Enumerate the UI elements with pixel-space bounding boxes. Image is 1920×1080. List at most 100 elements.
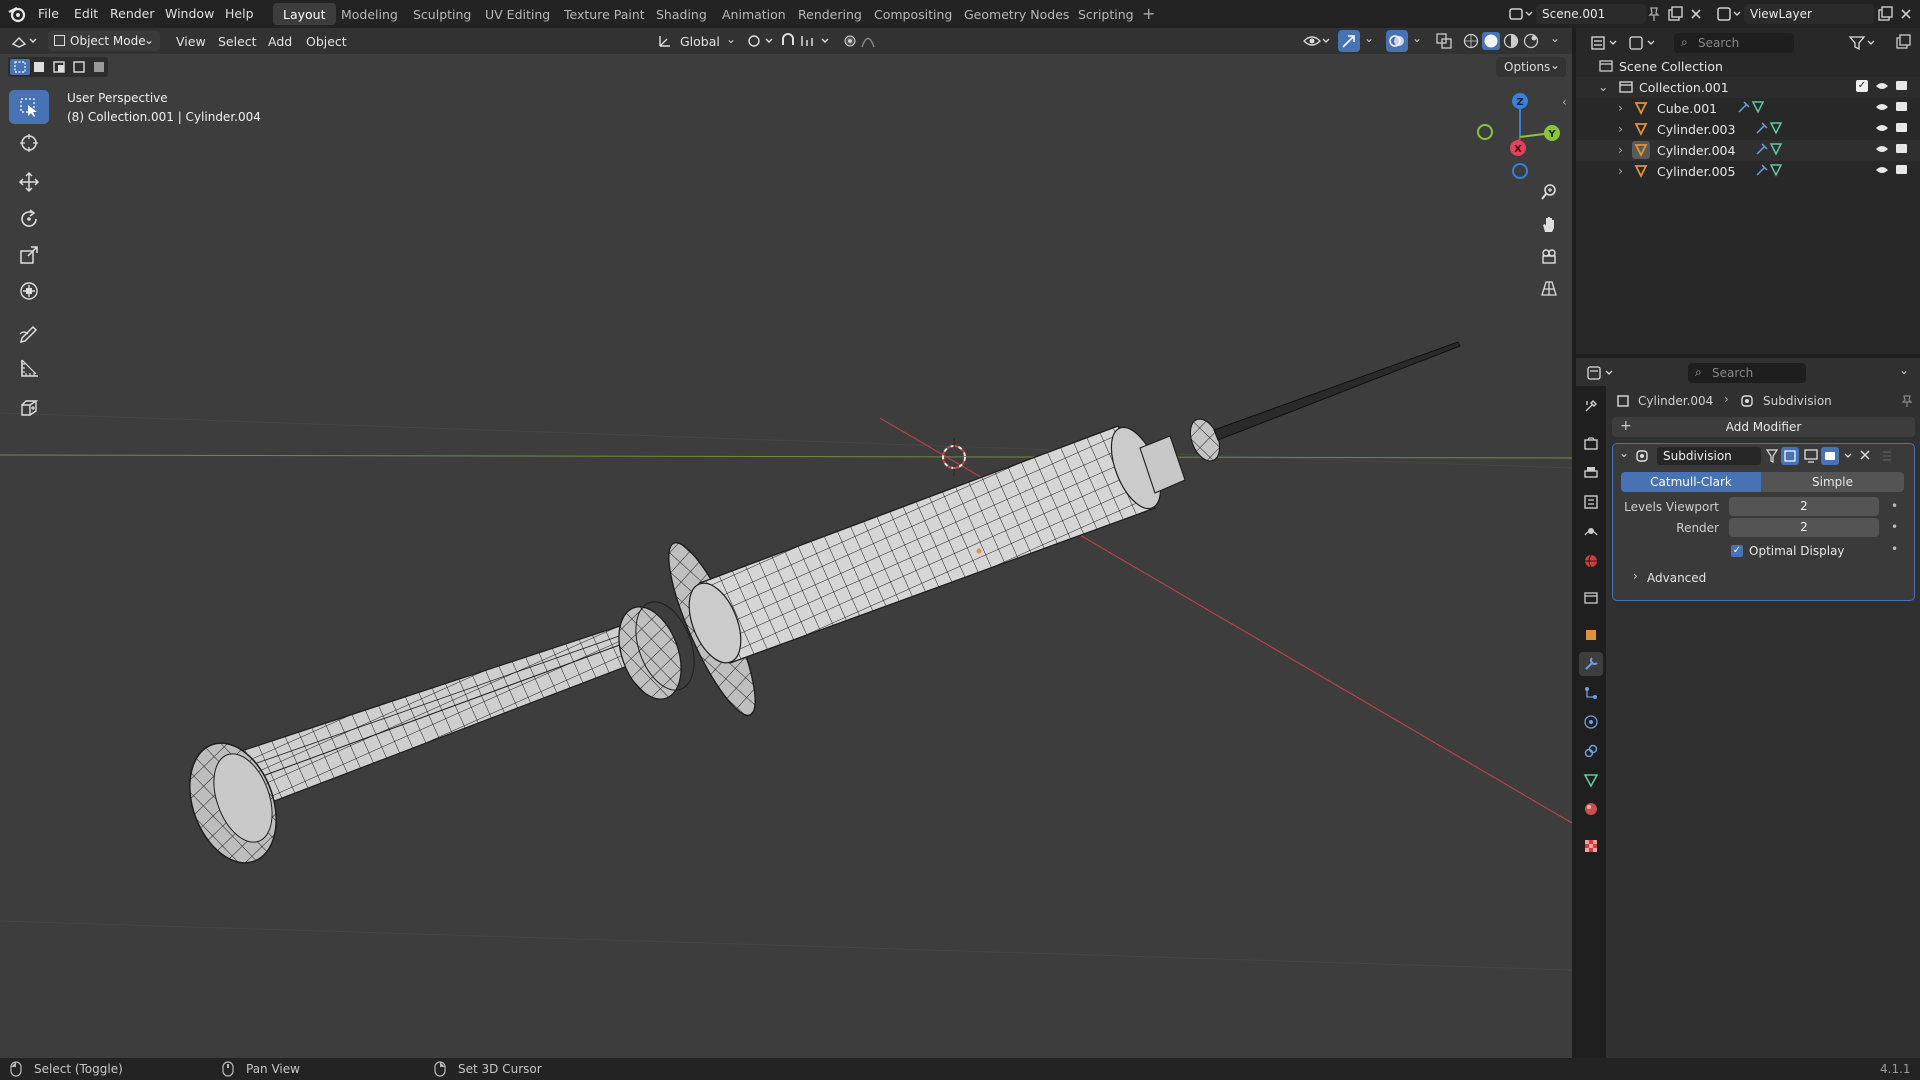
tab-render[interactable] (1579, 432, 1603, 456)
tab-shading[interactable]: Shading (646, 3, 717, 25)
tab-compositing[interactable]: Compositing (864, 3, 962, 25)
menu-help[interactable]: Help (225, 6, 254, 21)
xray-toggle-icon[interactable] (1435, 32, 1453, 50)
tab-view-layer[interactable] (1579, 490, 1603, 514)
tab-animation[interactable]: Animation (712, 3, 796, 25)
gizmo-neg-z-axis[interactable] (1512, 163, 1528, 179)
exclude-checkbox[interactable]: ✓ (1856, 80, 1868, 92)
optimal-display-checkbox[interactable]: ✓ (1731, 545, 1743, 557)
modifier-toggle-icons[interactable] (1765, 447, 1895, 465)
visibility-eye-icon[interactable] (1302, 32, 1332, 50)
chevron-down-icon[interactable]: ⌄ (1412, 31, 1422, 45)
annotate-tool-button[interactable] (9, 315, 49, 349)
needle-object[interactable] (1185, 341, 1461, 465)
tab-modeling[interactable]: Modeling (331, 3, 408, 25)
tab-layout[interactable]: Layout (273, 3, 336, 25)
select-mode-extend-icon[interactable] (34, 62, 44, 72)
add-workspace-button[interactable]: + (1142, 4, 1155, 23)
transform-tool-button[interactable] (9, 274, 49, 308)
delete-scene-icon[interactable] (1688, 6, 1704, 22)
modifier-name-input[interactable]: Subdivision (1657, 447, 1761, 465)
outliner-collection-row[interactable]: ⌄ Collection.001 ✓ (1576, 77, 1920, 98)
tab-rendering[interactable]: Rendering (788, 3, 872, 25)
measure-tool-button[interactable] (9, 351, 49, 385)
menu-edit[interactable]: Edit (74, 6, 98, 21)
filter-icon[interactable] (1848, 34, 1878, 52)
simple-button[interactable]: Simple (1761, 472, 1904, 492)
tab-scene[interactable] (1579, 519, 1603, 543)
editor-type-icon[interactable] (10, 32, 40, 50)
3d-viewport[interactable]: User Perspective (8) Collection.001 | Cy… (0, 28, 1572, 1058)
tab-uv-editing[interactable]: UV Editing (475, 3, 560, 25)
tab-modifiers[interactable] (1579, 652, 1603, 676)
proportional-editing-icon[interactable] (842, 32, 890, 50)
blender-logo-icon[interactable] (8, 5, 26, 23)
rotate-tool-button[interactable] (9, 202, 49, 236)
scene-name-field[interactable]: Scene.001 (1536, 4, 1646, 24)
delete-view-layer-icon[interactable] (1898, 6, 1914, 22)
chevron-down-icon[interactable]: ⌄ (1550, 31, 1560, 45)
select-mode-intersect-icon[interactable] (94, 62, 104, 72)
transform-orientation-dropdown[interactable]: Global ⌄ (656, 31, 736, 51)
new-scene-icon[interactable] (1666, 5, 1684, 23)
cursor-tool-button[interactable] (9, 126, 49, 160)
scene-selector-icon[interactable] (1508, 5, 1534, 23)
viewport-canvas[interactable] (0, 28, 1572, 1058)
chevron-down-icon[interactable]: ⌄ (1364, 31, 1374, 45)
chevron-down-icon[interactable]: ⌄ (1598, 79, 1608, 94)
pan-view-button[interactable] (1535, 210, 1563, 238)
overlays-toggle-button[interactable] (1386, 30, 1408, 52)
menu-file[interactable]: File (38, 6, 59, 21)
select-mode-invert-icon[interactable] (73, 61, 85, 73)
tab-material[interactable] (1579, 797, 1603, 821)
properties-editor-type-icon[interactable] (1586, 364, 1616, 382)
render-levels-field[interactable]: 2 (1729, 518, 1879, 537)
menu-object[interactable]: Object (306, 34, 347, 49)
pin-icon[interactable] (1647, 6, 1661, 22)
view-layer-selector-icon[interactable] (1716, 5, 1742, 23)
tab-texture-paint[interactable]: Texture Paint (554, 3, 655, 25)
tab-particles[interactable] (1579, 681, 1603, 705)
levels-viewport-field[interactable]: 2 (1729, 497, 1879, 516)
chevron-down-icon[interactable]: ⌄ (1619, 446, 1629, 460)
plunger-object[interactable] (174, 594, 705, 875)
options-dropdown[interactable]: Options ⌄ (1496, 57, 1566, 77)
add-modifier-button[interactable]: + Add Modifier (1612, 417, 1915, 437)
menu-render[interactable]: Render (110, 6, 155, 21)
collection-toggles[interactable] (1876, 78, 1910, 94)
tab-texture[interactable] (1579, 834, 1603, 858)
properties-search-input[interactable]: ⌕ Search (1688, 363, 1806, 383)
new-collection-icon[interactable] (1894, 33, 1912, 51)
keyframe-dot-icon[interactable]: • (1891, 499, 1898, 513)
tab-output[interactable] (1579, 461, 1603, 485)
chevron-down-icon[interactable]: ⌄ (1899, 363, 1909, 377)
tab-constraints[interactable] (1579, 739, 1603, 763)
tab-tool[interactable] (1579, 394, 1603, 418)
tab-mesh-data[interactable] (1579, 768, 1603, 792)
select-tool-button[interactable] (9, 90, 49, 124)
gizmo-toggle-button[interactable] (1338, 30, 1360, 52)
zoom-view-button[interactable] (1535, 178, 1563, 206)
advanced-subpanel-header[interactable]: › Advanced (1621, 568, 1911, 588)
pivot-point-icon[interactable] (746, 32, 776, 50)
outliner-scene-collection-row[interactable]: Scene Collection (1576, 56, 1920, 77)
gizmo-neg-y-axis[interactable] (1477, 124, 1493, 140)
add-cube-tool-button[interactable] (9, 391, 49, 425)
tab-collection[interactable] (1579, 586, 1603, 610)
new-view-layer-icon[interactable] (1876, 5, 1894, 23)
perspective-toggle-button[interactable] (1535, 274, 1563, 302)
tab-sculpting[interactable]: Sculpting (403, 3, 481, 25)
keyframe-dot-icon[interactable]: • (1891, 542, 1898, 556)
tab-world[interactable] (1579, 549, 1603, 573)
tab-physics[interactable] (1579, 710, 1603, 734)
menu-add[interactable]: Add (268, 34, 292, 49)
display-mode-icon[interactable] (1628, 34, 1658, 52)
tab-geometry-nodes[interactable]: Geometry Nodes (954, 3, 1079, 25)
barrel-object[interactable] (679, 421, 1186, 671)
move-tool-button[interactable] (9, 165, 49, 199)
sidebar-expand-icon[interactable]: ‹ (1562, 95, 1567, 109)
pin-icon[interactable] (1900, 394, 1914, 408)
catmull-clark-button[interactable]: Catmull-Clark (1621, 472, 1761, 492)
shading-mode-icons[interactable] (1462, 32, 1546, 50)
outliner-editor-type-icon[interactable] (1590, 34, 1620, 52)
